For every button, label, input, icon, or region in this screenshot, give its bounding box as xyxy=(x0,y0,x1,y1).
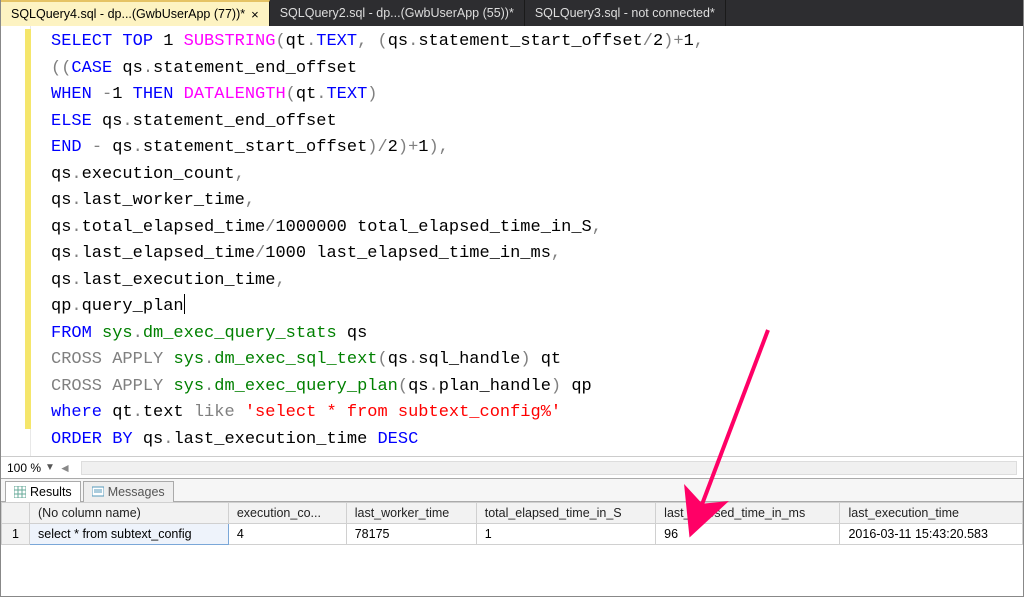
results-tab-bar: Results Messages xyxy=(1,478,1023,502)
editor-gutter xyxy=(1,26,31,456)
tab-results-label: Results xyxy=(30,485,72,499)
editor-tab-bar: SQLQuery4.sql - dp...(GwbUserApp (77))* … xyxy=(1,0,1023,26)
rownum-header xyxy=(2,503,30,524)
sql-editor[interactable]: SELECT TOP 1 SUBSTRING(qt.TEXT, (qs.stat… xyxy=(31,26,1023,456)
grid-cell[interactable]: 2016-03-11 15:43:20.583 xyxy=(840,524,1023,545)
text-cursor xyxy=(184,294,185,314)
col-header[interactable]: execution_co... xyxy=(228,503,346,524)
rownum-cell[interactable]: 1 xyxy=(2,524,30,545)
grid-cell[interactable]: 1 xyxy=(476,524,655,545)
tab-label: SQLQuery3.sql - not connected* xyxy=(535,6,715,20)
tab-sqlquery2[interactable]: SQLQuery2.sql - dp...(GwbUserApp (55))* xyxy=(270,0,525,26)
grid-header-row: (No column name) execution_co... last_wo… xyxy=(2,503,1023,524)
col-header[interactable]: total_elapsed_time_in_S xyxy=(476,503,655,524)
grid-cell[interactable]: 78175 xyxy=(346,524,476,545)
horizontal-scrollbar[interactable] xyxy=(81,461,1017,475)
tab-label: SQLQuery4.sql - dp...(GwbUserApp (77))* xyxy=(11,7,245,21)
grid-icon xyxy=(14,486,26,498)
col-header[interactable]: last_elapsed_time_in_ms xyxy=(656,503,840,524)
zoom-bar: 100 % ▼ ◄ xyxy=(1,456,1023,478)
zoom-level[interactable]: 100 % xyxy=(7,461,41,475)
grid-cell[interactable]: 4 xyxy=(228,524,346,545)
tab-sqlquery4[interactable]: SQLQuery4.sql - dp...(GwbUserApp (77))* … xyxy=(1,0,270,26)
col-header[interactable]: last_worker_time xyxy=(346,503,476,524)
grid-cell[interactable]: select * from subtext_config xyxy=(30,524,229,545)
tab-label: SQLQuery2.sql - dp...(GwbUserApp (55))* xyxy=(280,6,514,20)
col-header[interactable]: (No column name) xyxy=(30,503,229,524)
scroll-left-icon[interactable]: ◄ xyxy=(59,461,71,475)
chevron-down-icon[interactable]: ▼ xyxy=(45,462,55,473)
tab-results[interactable]: Results xyxy=(5,481,81,502)
messages-icon xyxy=(92,486,104,498)
tab-messages[interactable]: Messages xyxy=(83,481,174,502)
tab-messages-label: Messages xyxy=(108,485,165,499)
results-grid[interactable]: (No column name) execution_co... last_wo… xyxy=(1,502,1023,545)
grid-cell[interactable]: 96 xyxy=(656,524,840,545)
editor-area: SELECT TOP 1 SUBSTRING(qt.TEXT, (qs.stat… xyxy=(1,26,1023,456)
grid-data-row[interactable]: 1 select * from subtext_config 4 78175 1… xyxy=(2,524,1023,545)
tab-sqlquery3[interactable]: SQLQuery3.sql - not connected* xyxy=(525,0,726,26)
col-header[interactable]: last_execution_time xyxy=(840,503,1023,524)
close-icon[interactable]: × xyxy=(251,8,259,21)
